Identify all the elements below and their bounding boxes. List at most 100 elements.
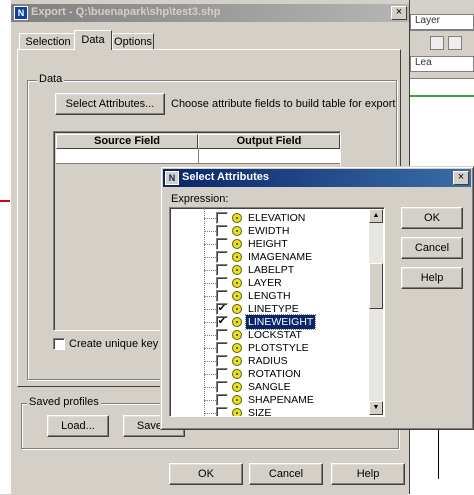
field-name: LINEWEIGHT bbox=[244, 314, 317, 330]
field-checkbox[interactable] bbox=[216, 368, 228, 380]
field-checkbox[interactable] bbox=[216, 381, 228, 393]
unique-key-checkbox[interactable] bbox=[53, 338, 65, 350]
field-name: LINETYPE bbox=[248, 303, 299, 315]
field-checkbox[interactable] bbox=[216, 251, 228, 263]
help-button-label: Help bbox=[356, 468, 380, 480]
export-title: Export - Q:\buenapark\shp\test3.shp bbox=[31, 6, 221, 18]
dialog-ok-button-label: OK bbox=[424, 212, 440, 224]
field-checkbox[interactable] bbox=[216, 394, 228, 406]
dialog-title-bar[interactable]: N Select Attributes × bbox=[163, 169, 471, 187]
attribute-icon bbox=[232, 252, 242, 262]
list-scrollbar[interactable]: ▲ ▼ bbox=[369, 209, 383, 415]
attribute-icon bbox=[232, 343, 242, 353]
attribute-icon bbox=[232, 239, 242, 249]
field-checkbox[interactable]: ✔ bbox=[216, 303, 228, 315]
scroll-thumb[interactable] bbox=[369, 263, 383, 309]
select-attributes-button[interactable]: Select Attributes... bbox=[55, 93, 165, 115]
attribute-icon bbox=[232, 278, 242, 288]
table-header-source[interactable]: Source Field bbox=[56, 134, 198, 149]
load-button[interactable]: Load... bbox=[47, 415, 109, 437]
toolbar-icon[interactable] bbox=[430, 36, 444, 50]
field-checkbox[interactable] bbox=[216, 342, 228, 354]
cancel-button[interactable]: Cancel bbox=[249, 463, 323, 485]
dialog-help-button-label: Help bbox=[420, 272, 444, 284]
help-button[interactable]: Help bbox=[331, 463, 405, 485]
table-row[interactable] bbox=[56, 149, 340, 164]
attribute-icon bbox=[232, 226, 242, 236]
tree-connector bbox=[204, 296, 216, 297]
export-title-bar[interactable]: N Export - Q:\buenapark\shp\test3.shp × bbox=[11, 4, 409, 22]
dialog-ok-button[interactable]: OK bbox=[401, 207, 463, 229]
field-list[interactable]: ELEVATION EWIDTH HEIGHT IMAGENAME LABELPT LAY… bbox=[169, 207, 385, 417]
field-checkbox[interactable] bbox=[216, 290, 228, 302]
table-header-output[interactable]: Output Field bbox=[198, 134, 340, 149]
attribute-icon bbox=[232, 291, 242, 301]
field-name: RADIUS bbox=[248, 355, 288, 367]
dialog-cancel-button-label: Cancel bbox=[414, 242, 450, 254]
field-name: PLOTSTYLE bbox=[248, 342, 309, 354]
tree-connector bbox=[204, 231, 216, 232]
scroll-up-arrow[interactable]: ▲ bbox=[369, 209, 383, 223]
field-checkbox[interactable] bbox=[216, 238, 228, 250]
ok-button-label: OK bbox=[198, 468, 214, 480]
field-name: LABELPT bbox=[248, 264, 295, 276]
field-name: LOCKSTAT bbox=[248, 329, 302, 341]
dialog-close-button[interactable]: × bbox=[453, 171, 469, 185]
attribute-icon bbox=[232, 382, 242, 392]
tab-options[interactable]: Options bbox=[112, 33, 154, 49]
toolbar-icon[interactable] bbox=[448, 36, 462, 50]
app-icon: N bbox=[165, 171, 179, 185]
attribute-icon bbox=[232, 330, 242, 340]
app-icon: N bbox=[14, 6, 28, 20]
field-checkbox[interactable] bbox=[216, 264, 228, 276]
field-checkbox[interactable] bbox=[216, 329, 228, 341]
tree-connector bbox=[204, 374, 216, 375]
tree-connector bbox=[204, 400, 216, 401]
tree-connector bbox=[204, 218, 216, 219]
close-button[interactable]: × bbox=[391, 6, 407, 20]
tree-connector bbox=[204, 270, 216, 271]
field-checkbox[interactable] bbox=[216, 355, 228, 367]
dialog-help-button[interactable]: Help bbox=[401, 267, 463, 289]
layer-dropdown-label: Layer bbox=[415, 15, 441, 26]
field-name: ELEVATION bbox=[248, 212, 306, 224]
attribute-icon bbox=[232, 304, 242, 314]
field-checkbox[interactable]: ✔ bbox=[216, 316, 228, 328]
field-name: HEIGHT bbox=[248, 238, 288, 250]
tree-connector bbox=[204, 283, 216, 284]
tab-selection[interactable]: Selection bbox=[19, 33, 77, 49]
field-name: IMAGENAME bbox=[248, 251, 313, 263]
tab-selection-label: Selection bbox=[25, 36, 71, 48]
attribute-icon bbox=[232, 317, 242, 327]
dialog-cancel-button[interactable]: Cancel bbox=[401, 237, 463, 259]
drawing-line bbox=[0, 200, 10, 202]
field-list-item[interactable]: SIZE bbox=[170, 406, 340, 417]
scroll-down-arrow[interactable]: ▼ bbox=[369, 401, 383, 415]
tab-data[interactable]: Data bbox=[74, 30, 112, 50]
saved-profiles-title: Saved profiles bbox=[27, 396, 101, 408]
attribute-icon bbox=[232, 356, 242, 366]
field-name: ROTATION bbox=[248, 368, 301, 380]
field-checkbox[interactable] bbox=[216, 277, 228, 289]
leader-dropdown[interactable]: Lea bbox=[410, 56, 474, 72]
tab-options-label: Options bbox=[114, 36, 152, 48]
tree-connector bbox=[204, 413, 216, 414]
field-name: SHAPENAME bbox=[248, 394, 314, 406]
field-name: SIZE bbox=[248, 407, 272, 417]
tree-connector bbox=[204, 257, 216, 258]
layer-dropdown[interactable]: Layer bbox=[410, 14, 474, 30]
attribute-icon bbox=[232, 265, 242, 275]
field-rows: ELEVATION EWIDTH HEIGHT IMAGENAME LABELPT LAY… bbox=[170, 211, 370, 417]
dialog-title: Select Attributes bbox=[182, 171, 270, 183]
tree-connector bbox=[204, 309, 216, 310]
select-attributes-button-label: Select Attributes... bbox=[65, 98, 155, 110]
tree-connector bbox=[204, 335, 216, 336]
field-checkbox[interactable] bbox=[216, 407, 228, 416]
table-header-source-label: Source Field bbox=[93, 135, 161, 147]
field-checkbox[interactable] bbox=[216, 212, 228, 224]
tree-connector bbox=[204, 387, 216, 388]
cancel-button-label: Cancel bbox=[268, 468, 304, 480]
field-checkbox[interactable] bbox=[216, 225, 228, 237]
attribute-icon bbox=[232, 369, 242, 379]
ok-button[interactable]: OK bbox=[169, 463, 243, 485]
